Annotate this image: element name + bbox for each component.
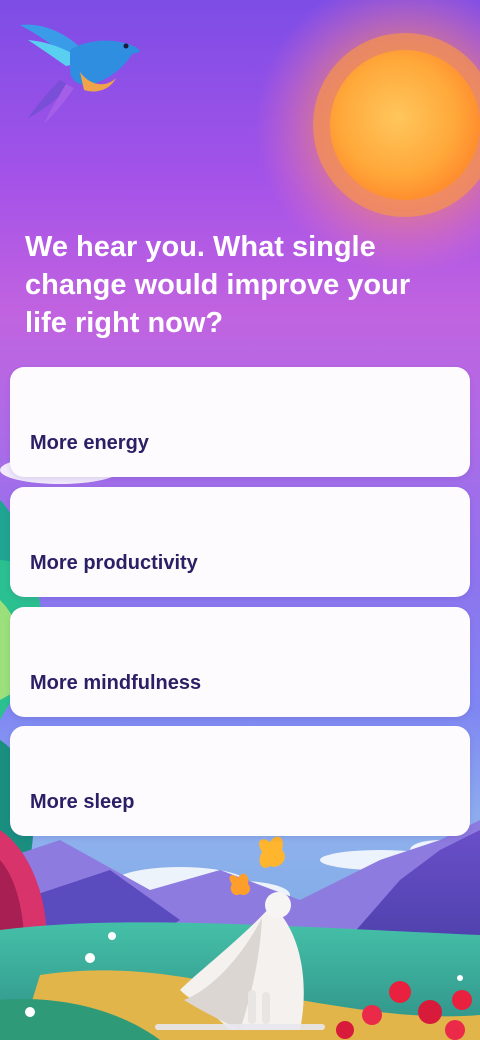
question-line-1: We hear you. What single	[25, 231, 376, 263]
question-heading: We hear you. What single change would im…	[25, 228, 445, 342]
question-line-3: life right now?	[25, 307, 224, 339]
option-more-energy[interactable]: More energy	[10, 367, 470, 477]
option-more-mindfulness[interactable]: More mindfulness	[10, 607, 470, 717]
option-more-productivity[interactable]: More productivity	[10, 487, 470, 597]
option-label: More productivity	[30, 552, 198, 574]
question-line-2: change would improve your	[25, 269, 411, 301]
option-label: More sleep	[30, 791, 135, 813]
home-indicator[interactable]	[155, 1024, 325, 1030]
option-label: More energy	[30, 432, 149, 454]
option-more-sleep[interactable]: More sleep	[10, 726, 470, 836]
bird-illustration	[20, 24, 140, 124]
option-label: More mindfulness	[30, 672, 202, 694]
